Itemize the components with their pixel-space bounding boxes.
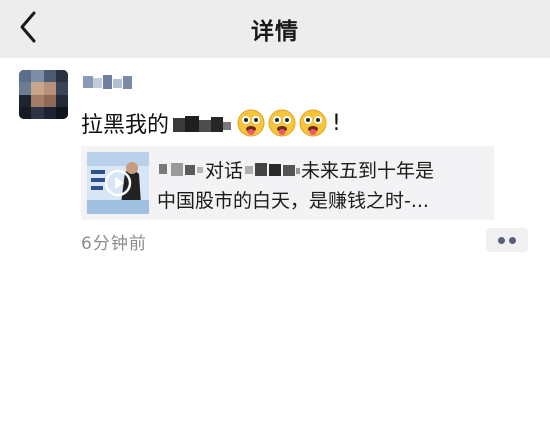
- post-timestamp: 6分钟前: [81, 234, 147, 254]
- link-title-part2: 未来五到十年是: [301, 159, 435, 182]
- link-thumbnail: [87, 152, 149, 214]
- nav-bar: 详情: [0, 0, 550, 58]
- avatar[interactable]: [19, 70, 68, 119]
- more-dots-icon: [509, 237, 516, 244]
- link-title-line1: 对话 未来五到十年是: [157, 156, 434, 182]
- link-title-part1: 对话: [205, 159, 244, 182]
- author-name[interactable]: [81, 70, 137, 96]
- moment-detail-page: 详情 拉黑我的 ! 对话 未来五到十年是 中国股市的白天，是赚钱之时-... 6…: [0, 0, 550, 435]
- tongue-out-emoji: [298, 108, 328, 138]
- title-redaction: [243, 160, 301, 178]
- post-text: 拉黑我的 !: [81, 106, 341, 140]
- link-title-line2: 中国股市的白天，是赚钱之时-...: [157, 189, 429, 212]
- more-dots-icon: [498, 237, 505, 244]
- avatar-pixelated-image: [19, 70, 68, 119]
- page-title: 详情: [251, 19, 299, 45]
- text-redaction: [171, 112, 233, 134]
- tongue-out-emoji: [236, 108, 266, 138]
- title-redaction: [157, 160, 205, 178]
- post-text-suffix: !: [332, 110, 341, 136]
- tongue-out-emoji: [267, 108, 297, 138]
- shared-link-card[interactable]: 对话 未来五到十年是 中国股市的白天，是赚钱之时-...: [81, 146, 494, 220]
- more-options-button[interactable]: [486, 228, 528, 252]
- name-redaction: [83, 75, 132, 89]
- post-text-prefix: 拉黑我的: [81, 113, 170, 138]
